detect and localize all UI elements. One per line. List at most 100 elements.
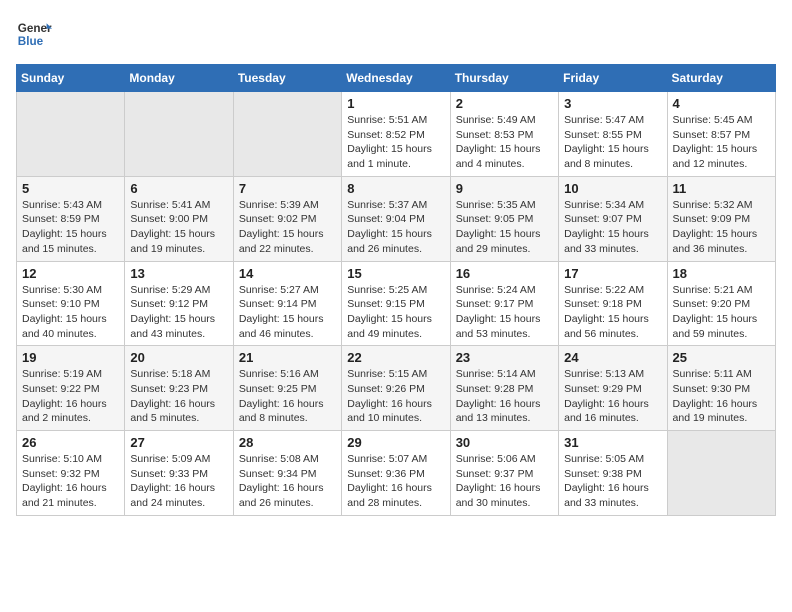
day-info: Sunrise: 5:39 AMSunset: 9:02 PMDaylight:…	[239, 198, 336, 257]
day-info: Sunrise: 5:15 AMSunset: 9:26 PMDaylight:…	[347, 367, 444, 426]
day-number: 28	[239, 435, 336, 450]
weekday-header-row: SundayMondayTuesdayWednesdayThursdayFrid…	[17, 65, 776, 92]
day-info: Sunrise: 5:41 AMSunset: 9:00 PMDaylight:…	[130, 198, 227, 257]
day-info: Sunrise: 5:47 AMSunset: 8:55 PMDaylight:…	[564, 113, 661, 172]
day-info: Sunrise: 5:35 AMSunset: 9:05 PMDaylight:…	[456, 198, 553, 257]
day-number: 2	[456, 96, 553, 111]
day-info: Sunrise: 5:25 AMSunset: 9:15 PMDaylight:…	[347, 283, 444, 342]
day-cell: 27Sunrise: 5:09 AMSunset: 9:33 PMDayligh…	[125, 431, 233, 516]
day-number: 14	[239, 266, 336, 281]
weekday-header-saturday: Saturday	[667, 65, 775, 92]
week-row-3: 12 Sunrise: 5:30 AMSunset: 9:10 PMDayligh…	[17, 261, 776, 346]
day-info: Sunrise: 5:19 AMSunset: 9:22 PMDaylight:…	[22, 367, 119, 426]
day-number: 30	[456, 435, 553, 450]
day-info: Sunrise: 5:45 AMSunset: 8:57 PMDaylight:…	[673, 113, 770, 172]
day-cell: 6Sunrise: 5:41 AMSunset: 9:00 PMDaylight…	[125, 176, 233, 261]
day-cell: 3 Sunrise: 5:47 AMSunset: 8:55 PMDaylight…	[559, 92, 667, 177]
day-info: Sunrise: 5:18 AMSunset: 9:23 PMDaylight:…	[130, 367, 227, 426]
day-cell	[17, 92, 125, 177]
day-info: Sunrise: 5:10 AMSunset: 9:32 PMDaylight:…	[22, 452, 119, 511]
week-row-4: 19Sunrise: 5:19 AMSunset: 9:22 PMDayligh…	[17, 346, 776, 431]
day-cell: 5 Sunrise: 5:43 AMSunset: 8:59 PMDaylight…	[17, 176, 125, 261]
day-info: Sunrise: 5:22 AMSunset: 9:18 PMDaylight:…	[564, 283, 661, 342]
day-info: Sunrise: 5:37 AMSunset: 9:04 PMDaylight:…	[347, 198, 444, 257]
day-cell: 19Sunrise: 5:19 AMSunset: 9:22 PMDayligh…	[17, 346, 125, 431]
day-info: Sunrise: 5:09 AMSunset: 9:33 PMDaylight:…	[130, 452, 227, 511]
day-cell: 20 Sunrise: 5:18 AMSunset: 9:23 PMDayligh…	[125, 346, 233, 431]
day-cell: 16 Sunrise: 5:24 AMSunset: 9:17 PMDayligh…	[450, 261, 558, 346]
day-cell	[667, 431, 775, 516]
day-number: 15	[347, 266, 444, 281]
day-number: 20	[130, 350, 227, 365]
calendar: SundayMondayTuesdayWednesdayThursdayFrid…	[16, 64, 776, 516]
day-cell: 10Sunrise: 5:34 AMSunset: 9:07 PMDayligh…	[559, 176, 667, 261]
day-cell	[233, 92, 341, 177]
day-number: 4	[673, 96, 770, 111]
day-number: 23	[456, 350, 553, 365]
day-number: 1	[347, 96, 444, 111]
day-cell: 13 Sunrise: 5:29 AMSunset: 9:12 PMDayligh…	[125, 261, 233, 346]
day-cell: 23 Sunrise: 5:14 AMSunset: 9:28 PMDayligh…	[450, 346, 558, 431]
weekday-header-sunday: Sunday	[17, 65, 125, 92]
weekday-header-tuesday: Tuesday	[233, 65, 341, 92]
day-cell: 26 Sunrise: 5:10 AMSunset: 9:32 PMDayligh…	[17, 431, 125, 516]
day-number: 13	[130, 266, 227, 281]
day-number: 5	[22, 181, 119, 196]
day-info: Sunrise: 5:30 AMSunset: 9:10 PMDaylight:…	[22, 283, 119, 342]
day-info: Sunrise: 5:34 AMSunset: 9:07 PMDaylight:…	[564, 198, 661, 257]
day-cell: 22 Sunrise: 5:15 AMSunset: 9:26 PMDayligh…	[342, 346, 450, 431]
day-number: 8	[347, 181, 444, 196]
day-number: 25	[673, 350, 770, 365]
day-cell: 29 Sunrise: 5:07 AMSunset: 9:36 PMDayligh…	[342, 431, 450, 516]
day-cell: 30 Sunrise: 5:06 AMSunset: 9:37 PMDayligh…	[450, 431, 558, 516]
day-info: Sunrise: 5:14 AMSunset: 9:28 PMDaylight:…	[456, 367, 553, 426]
logo-icon: General Blue	[16, 16, 52, 52]
day-cell: 17 Sunrise: 5:22 AMSunset: 9:18 PMDayligh…	[559, 261, 667, 346]
day-number: 31	[564, 435, 661, 450]
day-cell: 31 Sunrise: 5:05 AMSunset: 9:38 PMDayligh…	[559, 431, 667, 516]
week-row-5: 26 Sunrise: 5:10 AMSunset: 9:32 PMDayligh…	[17, 431, 776, 516]
day-cell: 4 Sunrise: 5:45 AMSunset: 8:57 PMDaylight…	[667, 92, 775, 177]
weekday-header-thursday: Thursday	[450, 65, 558, 92]
day-number: 26	[22, 435, 119, 450]
day-info: Sunrise: 5:13 AMSunset: 9:29 PMDaylight:…	[564, 367, 661, 426]
day-cell: 2 Sunrise: 5:49 AMSunset: 8:53 PMDaylight…	[450, 92, 558, 177]
logo: General Blue	[16, 16, 52, 52]
day-info: Sunrise: 5:05 AMSunset: 9:38 PMDaylight:…	[564, 452, 661, 511]
day-cell: 1Sunrise: 5:51 AMSunset: 8:52 PMDaylight…	[342, 92, 450, 177]
day-number: 11	[673, 181, 770, 196]
day-info: Sunrise: 5:24 AMSunset: 9:17 PMDaylight:…	[456, 283, 553, 342]
day-cell: 21 Sunrise: 5:16 AMSunset: 9:25 PMDayligh…	[233, 346, 341, 431]
day-cell: 11 Sunrise: 5:32 AMSunset: 9:09 PMDayligh…	[667, 176, 775, 261]
day-cell: 7 Sunrise: 5:39 AMSunset: 9:02 PMDaylight…	[233, 176, 341, 261]
day-info: Sunrise: 5:29 AMSunset: 9:12 PMDaylight:…	[130, 283, 227, 342]
day-cell: 25Sunrise: 5:11 AMSunset: 9:30 PMDayligh…	[667, 346, 775, 431]
day-cell: 18Sunrise: 5:21 AMSunset: 9:20 PMDayligh…	[667, 261, 775, 346]
day-number: 17	[564, 266, 661, 281]
day-cell: 12 Sunrise: 5:30 AMSunset: 9:10 PMDayligh…	[17, 261, 125, 346]
day-number: 7	[239, 181, 336, 196]
day-number: 3	[564, 96, 661, 111]
day-info: Sunrise: 5:07 AMSunset: 9:36 PMDaylight:…	[347, 452, 444, 511]
svg-text:Blue: Blue	[18, 35, 44, 48]
weekday-header-wednesday: Wednesday	[342, 65, 450, 92]
day-cell: 28 Sunrise: 5:08 AMSunset: 9:34 PMDayligh…	[233, 431, 341, 516]
day-info: Sunrise: 5:21 AMSunset: 9:20 PMDaylight:…	[673, 283, 770, 342]
day-number: 21	[239, 350, 336, 365]
day-info: Sunrise: 5:43 AMSunset: 8:59 PMDaylight:…	[22, 198, 119, 257]
day-number: 9	[456, 181, 553, 196]
day-info: Sunrise: 5:49 AMSunset: 8:53 PMDaylight:…	[456, 113, 553, 172]
day-info: Sunrise: 5:32 AMSunset: 9:09 PMDaylight:…	[673, 198, 770, 257]
day-cell: 8 Sunrise: 5:37 AMSunset: 9:04 PMDaylight…	[342, 176, 450, 261]
day-cell: 15 Sunrise: 5:25 AMSunset: 9:15 PMDayligh…	[342, 261, 450, 346]
day-info: Sunrise: 5:08 AMSunset: 9:34 PMDaylight:…	[239, 452, 336, 511]
day-number: 12	[22, 266, 119, 281]
day-cell: 14Sunrise: 5:27 AMSunset: 9:14 PMDayligh…	[233, 261, 341, 346]
header: General Blue	[16, 16, 776, 52]
day-info: Sunrise: 5:06 AMSunset: 9:37 PMDaylight:…	[456, 452, 553, 511]
week-row-2: 5 Sunrise: 5:43 AMSunset: 8:59 PMDaylight…	[17, 176, 776, 261]
day-number: 22	[347, 350, 444, 365]
day-number: 29	[347, 435, 444, 450]
day-number: 16	[456, 266, 553, 281]
day-info: Sunrise: 5:16 AMSunset: 9:25 PMDaylight:…	[239, 367, 336, 426]
